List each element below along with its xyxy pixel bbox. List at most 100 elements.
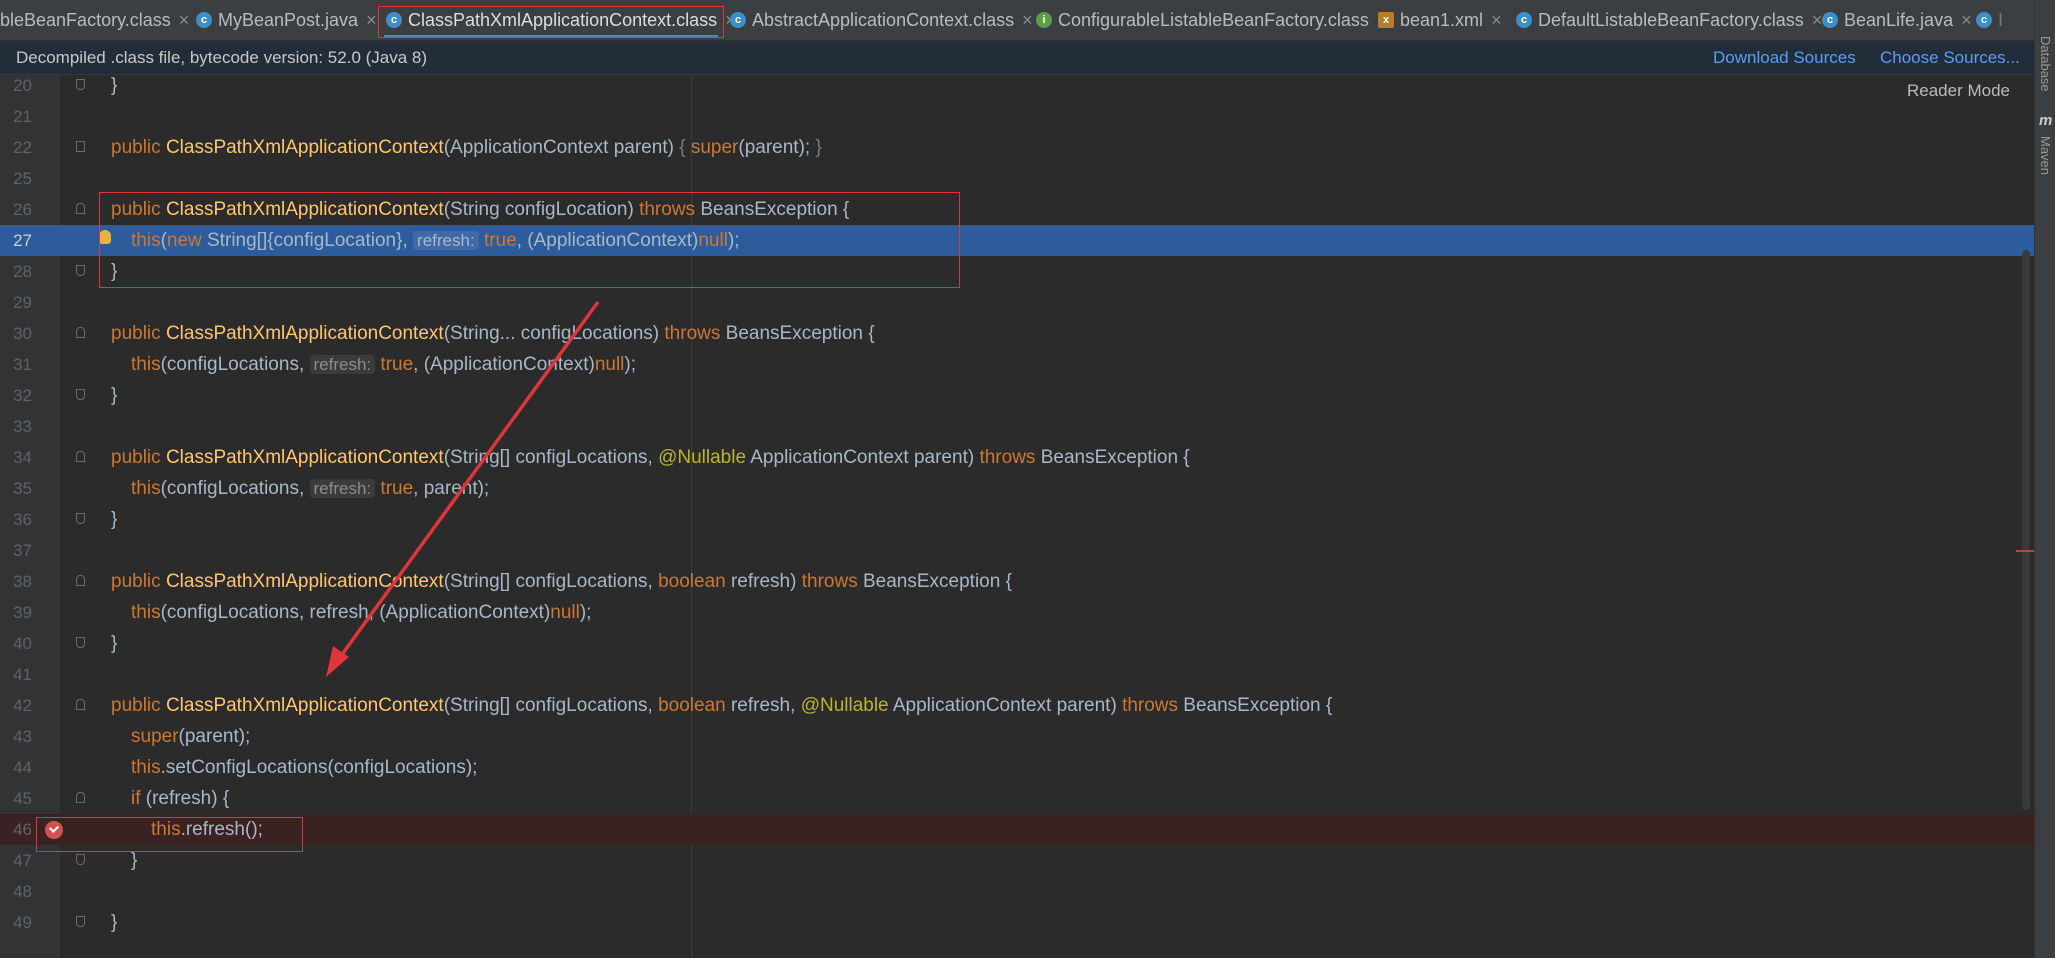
line-number: 49: [13, 913, 32, 932]
line-number: 34: [13, 448, 32, 467]
fold-start-icon[interactable]: [76, 327, 85, 338]
line-code: }: [111, 261, 118, 282]
close-icon[interactable]: ×: [179, 10, 190, 31]
code-line[interactable]: 20}: [0, 70, 2034, 101]
tab-configurable-listable-bean-factory[interactable]: i ConfigurableListableBeanFactory.class …: [1030, 0, 1387, 40]
fold-start-icon[interactable]: [76, 699, 85, 710]
code-line[interactable]: 35 this(configLocations, refresh: true, p…: [0, 473, 2034, 504]
fold-end-icon[interactable]: [76, 637, 85, 648]
fold-end-icon[interactable]: [76, 79, 85, 90]
line-code: }: [111, 385, 118, 406]
line-code: }: [111, 633, 118, 654]
code-line[interactable]: 21: [0, 101, 2034, 132]
line-code: this(configLocations, refresh: true, (Ap…: [131, 354, 637, 375]
lightbulb-icon[interactable]: [99, 230, 111, 244]
maven-tool-button[interactable]: Maven: [2038, 136, 2053, 175]
code-line[interactable]: 44 this.setConfigLocations(configLocation…: [0, 752, 2034, 783]
code-line[interactable]: 45 if (refresh) {: [0, 783, 2034, 814]
line-code: public ClassPathXmlApplicationContext(St…: [111, 571, 1012, 592]
tab-bean1-xml[interactable]: x bean1.xml ×: [1372, 0, 1510, 40]
line-code: public ClassPathXmlApplicationContext(St…: [111, 695, 1333, 716]
code-line[interactable]: 22 public ClassPathXmlApplicationContext(…: [0, 132, 2034, 163]
fold-icon[interactable]: [76, 141, 85, 152]
code-line[interactable]: 48: [0, 876, 2034, 907]
fold-end-icon[interactable]: [76, 513, 85, 524]
close-icon[interactable]: ×: [1491, 10, 1502, 31]
line-code: }: [111, 75, 118, 96]
tab-label: AbstractApplicationContext.class: [752, 9, 1015, 30]
tab-truncated[interactable]: c I: [1970, 0, 2034, 40]
line-number: 32: [13, 386, 32, 405]
close-icon[interactable]: ×: [366, 10, 377, 31]
code-line[interactable]: 47}: [0, 845, 2034, 876]
line-number: 22: [13, 138, 32, 157]
fold-start-icon[interactable]: [76, 451, 85, 462]
tab-abstract-application-context[interactable]: c AbstractApplicationContext.class ×: [724, 0, 1033, 40]
line-number: 33: [13, 417, 32, 436]
code-line[interactable]: 28}: [0, 256, 2034, 287]
tab-classpath-xml-application-context[interactable]: c ClassPathXmlApplicationContext.class ×: [380, 0, 736, 40]
line-code: this(configLocations, refresh, (Applicat…: [131, 602, 592, 623]
fold-start-icon[interactable]: [76, 203, 85, 214]
tab-default-listable-bean-factory[interactable]: c DefaultListableBeanFactory.class ×: [1510, 0, 1822, 40]
line-number: 29: [13, 293, 32, 312]
line-number: 46: [13, 820, 32, 839]
tab-label: bleBeanFactory.class: [0, 9, 171, 30]
line-number: 38: [13, 572, 32, 591]
fold-end-icon[interactable]: [76, 916, 85, 927]
code-line[interactable]: 37: [0, 535, 2034, 566]
line-code: if (refresh) {: [131, 788, 230, 809]
line-number: 25: [13, 169, 32, 188]
code-line[interactable]: 39 this(configLocations, refresh, (Applic…: [0, 597, 2034, 628]
tab-my-bean-post[interactable]: c MyBeanPost.java ×: [190, 0, 378, 40]
class-icon: c: [1976, 12, 1992, 28]
line-number: 20: [13, 76, 32, 95]
class-icon: c: [1516, 12, 1532, 28]
line-code: }: [111, 912, 118, 933]
class-icon: c: [730, 12, 746, 28]
interface-icon: i: [1036, 12, 1052, 28]
line-number: 35: [13, 479, 32, 498]
line-number: 36: [13, 510, 32, 529]
fold-start-icon[interactable]: [76, 792, 85, 803]
code-line[interactable]: 32}: [0, 380, 2034, 411]
code-line[interactable]: 43 super(parent);: [0, 721, 2034, 752]
code-line[interactable]: 36}: [0, 504, 2034, 535]
code-line[interactable]: 25: [0, 163, 2034, 194]
line-number: 42: [13, 696, 32, 715]
code-line[interactable]: 38 public ClassPathXmlApplicationContext(…: [0, 566, 2034, 597]
code-line[interactable]: 26 public ClassPathXmlApplicationContext(…: [0, 194, 2034, 225]
code-line[interactable]: 31 this(configLocations, refresh: true, (…: [0, 349, 2034, 380]
fold-end-icon[interactable]: [76, 389, 85, 400]
fold-end-icon[interactable]: [76, 854, 85, 865]
class-icon: c: [1822, 12, 1838, 28]
tab-bean-factory[interactable]: bleBeanFactory.class ×: [0, 0, 190, 40]
tab-bean-life[interactable]: c BeanLife.java ×: [1816, 0, 1972, 40]
vertical-scrollbar[interactable]: [2022, 250, 2030, 810]
tab-label: bean1.xml: [1400, 9, 1484, 30]
xml-icon: x: [1378, 12, 1394, 28]
breakpoint-icon[interactable]: [45, 821, 63, 839]
code-editor[interactable]: 20} 21 22 public ClassPathXmlApplicationC…: [0, 75, 2034, 958]
fold-start-icon[interactable]: [76, 575, 85, 586]
code-line[interactable]: 34 public ClassPathXmlApplicationContext(…: [0, 442, 2034, 473]
code-line[interactable]: 49}: [0, 907, 2034, 938]
line-code: public ClassPathXmlApplicationContext(St…: [111, 323, 875, 344]
code-line[interactable]: 41: [0, 659, 2034, 690]
tab-label: I: [1998, 9, 2004, 30]
line-code: this(new String[]{configLocation}, refre…: [131, 230, 740, 251]
code-line[interactable]: 40}: [0, 628, 2034, 659]
code-line[interactable]: 30 public ClassPathXmlApplicationContext(…: [0, 318, 2034, 349]
fold-end-icon[interactable]: [76, 265, 85, 276]
class-icon: c: [196, 12, 212, 28]
reader-mode-button[interactable]: Reader Mode: [1907, 81, 2010, 101]
code-line[interactable]: 29: [0, 287, 2034, 318]
database-tool-button[interactable]: Database: [2038, 36, 2053, 92]
code-line-current[interactable]: 27 this(new String[]{configLocation}, ref…: [0, 225, 2034, 256]
error-stripe-marker[interactable]: [2016, 550, 2034, 552]
code-line[interactable]: 33: [0, 411, 2034, 442]
code-line[interactable]: 42 public ClassPathXmlApplicationContext(…: [0, 690, 2034, 721]
code-line-breakpoint[interactable]: 46 this.refresh();: [0, 814, 2034, 845]
tab-label: ConfigurableListableBeanFactory.class: [1058, 9, 1369, 30]
line-number: 44: [13, 758, 32, 777]
